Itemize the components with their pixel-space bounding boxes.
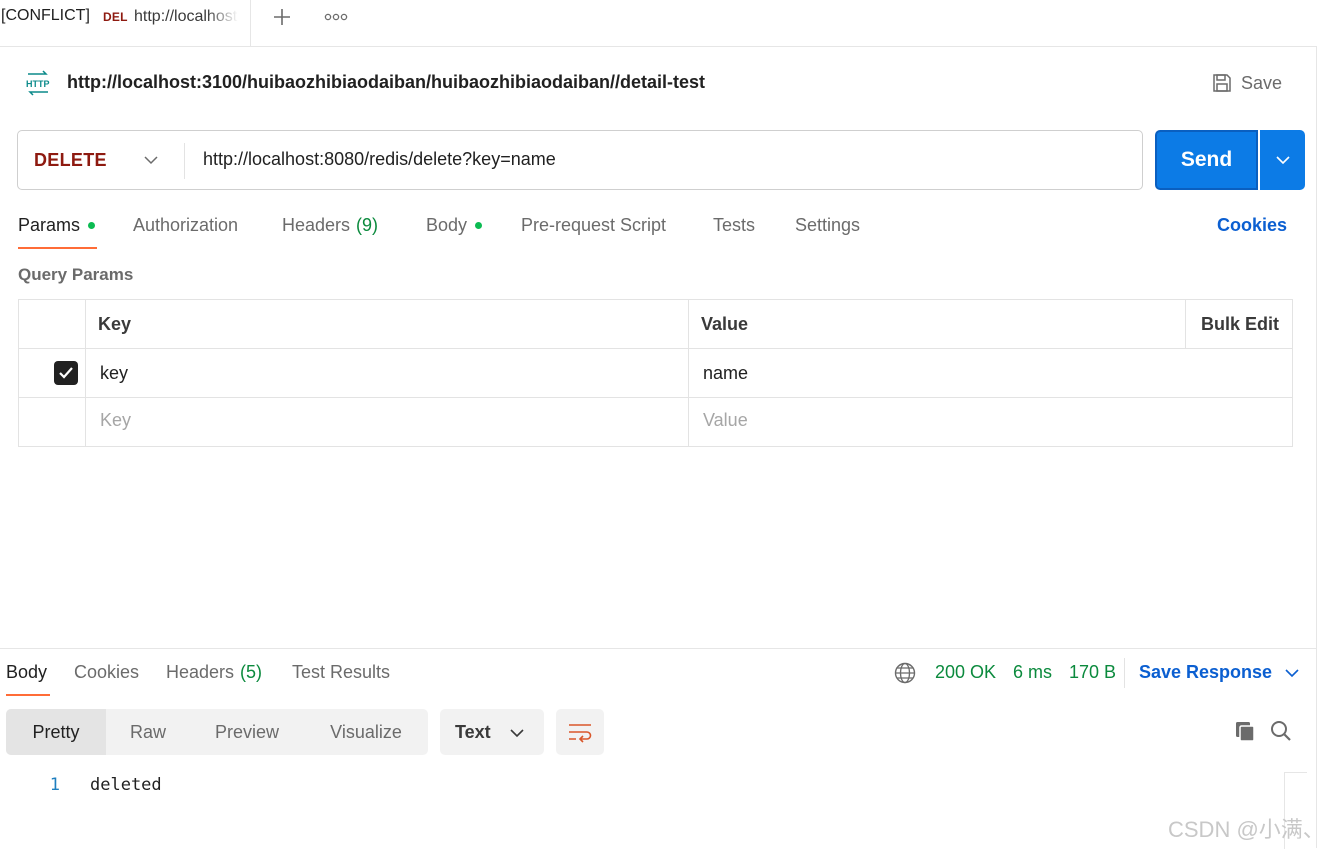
format-select[interactable]: Text bbox=[440, 709, 544, 755]
tab-conflict-label: [CONFLICT] bbox=[1, 7, 90, 24]
column-header-key: Key bbox=[98, 314, 132, 334]
request-tab[interactable]: [CONFLICT] DEL http://localhost:8080/red… bbox=[0, 0, 251, 46]
right-side-rail bbox=[1316, 46, 1344, 848]
view-visualize[interactable]: Visualize bbox=[304, 709, 428, 755]
save-response-label: Save Response bbox=[1139, 662, 1273, 682]
param-key-cell[interactable]: key bbox=[100, 363, 128, 384]
save-response-button[interactable]: Save Response bbox=[1139, 662, 1300, 683]
tab-pre-request-script[interactable]: Pre-request Script bbox=[521, 215, 666, 236]
tab-label: Body bbox=[6, 662, 48, 682]
line-number: 1 bbox=[49, 775, 60, 795]
chevron-down-icon bbox=[144, 156, 158, 165]
save-button[interactable]: Save bbox=[1205, 68, 1288, 98]
watermark: CSDN @小满、 bbox=[1168, 817, 1325, 842]
active-dot bbox=[475, 222, 483, 229]
chevron-down-icon bbox=[510, 729, 524, 738]
tab-strip: [CONFLICT] DEL http://localhost:8080/red… bbox=[0, 0, 1344, 47]
copy-button[interactable] bbox=[1232, 718, 1258, 744]
svg-text:HTTP: HTTP bbox=[26, 79, 50, 89]
divider bbox=[688, 300, 689, 446]
divider bbox=[0, 648, 1316, 649]
tab-label: Test Results bbox=[292, 662, 391, 682]
tab-label: Authorization bbox=[133, 215, 239, 235]
http-icon: HTTP bbox=[26, 70, 50, 96]
tab-tests[interactable]: Tests bbox=[713, 215, 755, 236]
new-value-input[interactable]: Value bbox=[703, 410, 748, 431]
check-icon bbox=[59, 367, 73, 379]
response-tab-body[interactable]: Body bbox=[6, 662, 47, 683]
send-button[interactable]: Send bbox=[1155, 130, 1258, 190]
tab-label: Cookies bbox=[74, 662, 140, 682]
tab-label: Headers bbox=[166, 662, 235, 682]
divider bbox=[85, 300, 86, 446]
divider bbox=[1124, 658, 1125, 688]
param-value-cell[interactable]: name bbox=[703, 363, 748, 384]
save-icon bbox=[1213, 74, 1231, 92]
globe-icon[interactable] bbox=[893, 661, 917, 685]
new-key-input[interactable]: Key bbox=[100, 410, 131, 431]
chevron-down-icon bbox=[1285, 668, 1299, 677]
response-body-line[interactable]: deleted bbox=[90, 775, 162, 795]
view-raw[interactable]: Raw bbox=[106, 709, 190, 755]
request-title[interactable]: http://localhost:3100/huibaozhibiaodaiba… bbox=[67, 72, 705, 93]
response-size[interactable]: 170 B bbox=[1069, 662, 1116, 683]
view-pretty[interactable]: Pretty bbox=[6, 709, 106, 755]
more-tabs-button[interactable] bbox=[319, 4, 353, 30]
tab-authorization[interactable]: Authorization bbox=[133, 215, 238, 236]
query-params-title: Query Params bbox=[18, 265, 134, 284]
send-options-button[interactable] bbox=[1260, 130, 1305, 190]
chevron-down-icon bbox=[1275, 156, 1290, 165]
divider bbox=[1185, 300, 1186, 349]
tab-label: Pre-request Script bbox=[521, 215, 667, 235]
divider bbox=[19, 397, 1292, 398]
new-tab-button[interactable] bbox=[265, 4, 299, 30]
search-icon bbox=[1271, 721, 1291, 741]
bulk-edit-button[interactable]: Bulk Edit bbox=[1201, 314, 1279, 335]
tab-label: Headers bbox=[282, 215, 351, 235]
response-tab-test-results[interactable]: Test Results bbox=[292, 662, 390, 683]
plus-icon bbox=[274, 9, 290, 25]
tab-label: Settings bbox=[795, 215, 861, 235]
param-enabled-checkbox[interactable] bbox=[54, 361, 78, 385]
divider bbox=[184, 143, 185, 179]
tab-count: (5) bbox=[240, 662, 263, 682]
params-table: Key Value Bulk Edit key name Key Value bbox=[18, 299, 1293, 447]
view-mode-segmented-control: Pretty Raw Preview Visualize bbox=[6, 709, 428, 755]
save-label: Save bbox=[1241, 72, 1283, 93]
active-tab-indicator bbox=[6, 694, 50, 696]
response-time[interactable]: 6 ms bbox=[1013, 662, 1052, 683]
tab-label: Body bbox=[426, 215, 468, 235]
wrap-lines-icon bbox=[569, 724, 592, 743]
method-label: DELETE bbox=[34, 149, 107, 170]
search-button[interactable] bbox=[1268, 718, 1294, 744]
tab-label: Tests bbox=[713, 215, 756, 235]
divider bbox=[19, 348, 1292, 349]
tab-count: (9) bbox=[356, 215, 379, 235]
url-bar: DELETE http://localhost:8080/redis/delet… bbox=[17, 130, 1143, 190]
active-tab-indicator bbox=[18, 247, 97, 249]
cookies-link[interactable]: Cookies bbox=[1217, 215, 1287, 236]
tab-headers[interactable]: Headers (9) bbox=[282, 215, 378, 236]
column-header-value: Value bbox=[701, 314, 749, 334]
tab-params[interactable]: Params bbox=[18, 215, 96, 236]
url-input[interactable]: http://localhost:8080/redis/delete?key=n… bbox=[203, 149, 556, 170]
response-tab-headers[interactable]: Headers (5) bbox=[166, 662, 262, 683]
tab-label: Params bbox=[18, 215, 81, 235]
view-preview[interactable]: Preview bbox=[190, 709, 304, 755]
response-tab-cookies[interactable]: Cookies bbox=[74, 662, 139, 683]
copy-icon bbox=[1236, 722, 1255, 742]
method-select[interactable]: DELETE bbox=[18, 131, 184, 189]
active-dot bbox=[88, 222, 96, 229]
tab-settings[interactable]: Settings bbox=[795, 215, 860, 236]
more-icon bbox=[324, 13, 348, 21]
tab-body[interactable]: Body bbox=[426, 215, 483, 236]
tab-method-badge: DEL bbox=[103, 10, 128, 24]
status-code[interactable]: 200 OK bbox=[935, 662, 996, 683]
tab-url: http://localhost:8080/redis/delete bbox=[134, 8, 238, 25]
format-label: Text bbox=[455, 721, 491, 742]
wrap-lines-button[interactable] bbox=[556, 709, 604, 755]
